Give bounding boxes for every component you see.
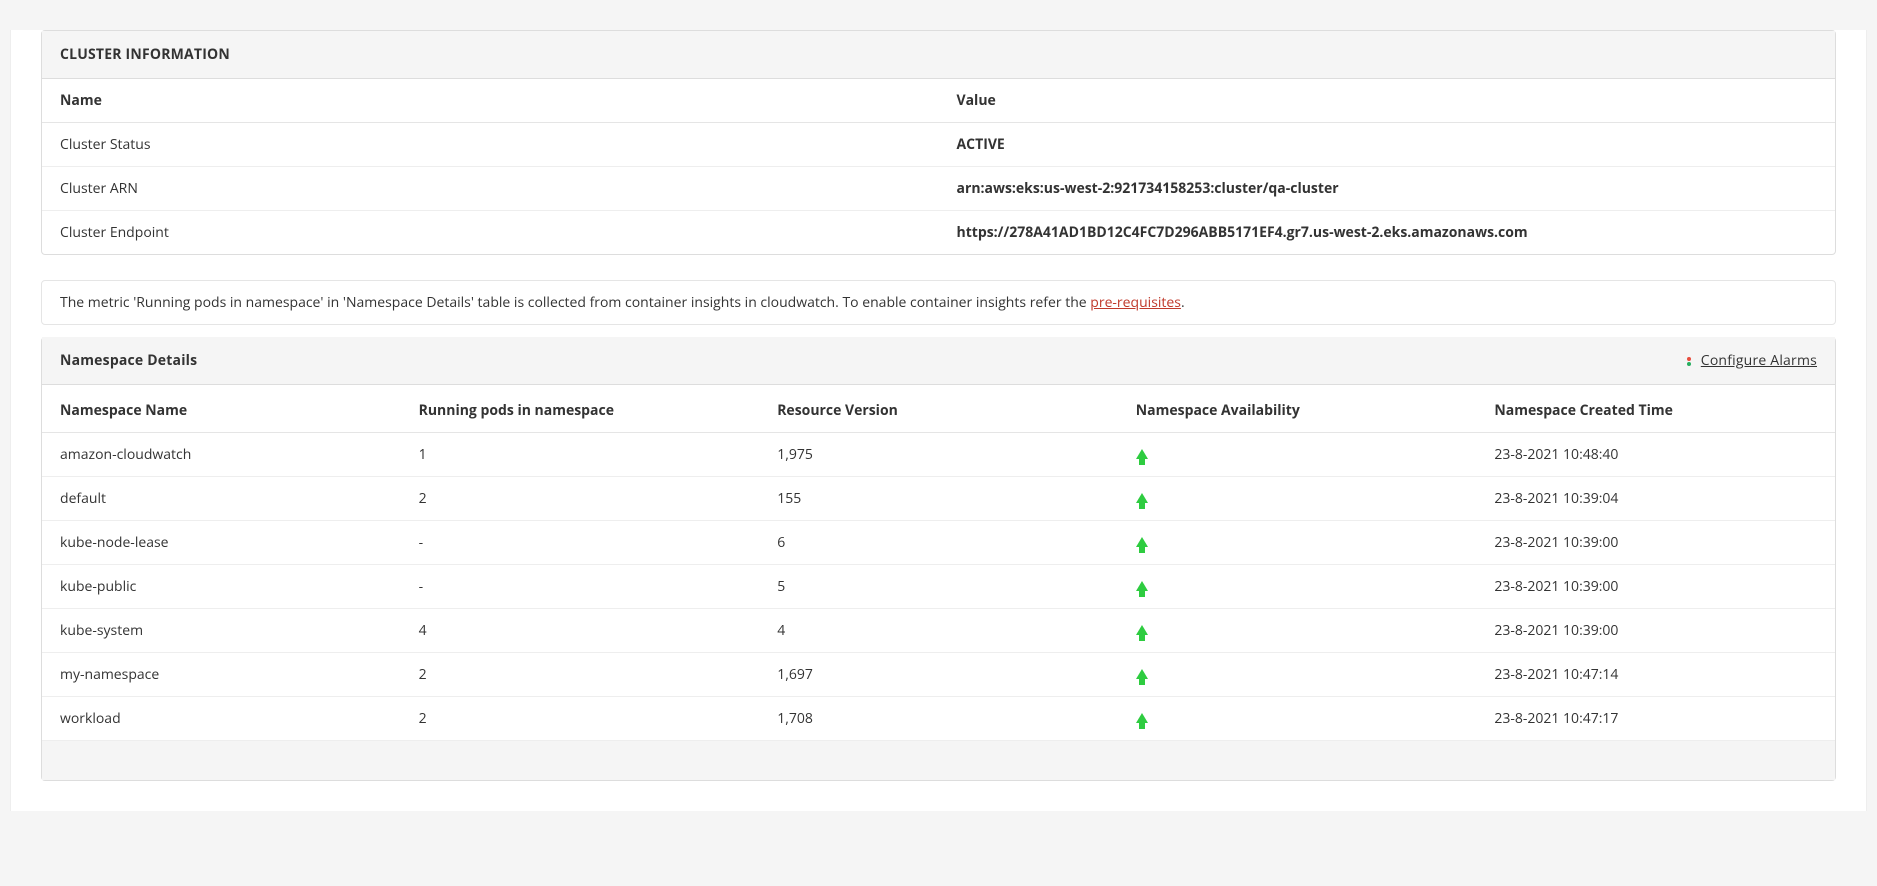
ns-cell-name: workload [42,697,401,741]
ns-cell-created: 23-8-2021 10:39:00 [1476,565,1835,609]
ns-cell-version: 1,975 [759,433,1118,477]
configure-alarms-link[interactable]: Configure Alarms [1701,351,1817,370]
note-text-after: . [1181,293,1185,312]
note-box: The metric 'Running pods in namespace' i… [41,280,1836,325]
arrow-up-icon [1136,537,1148,547]
ns-cell-name: default [42,477,401,521]
cluster-info-table: Name Value Cluster StatusACTIVECluster A… [42,79,1835,254]
ci-cell-name: Cluster ARN [42,167,939,211]
ns-col-pods: Running pods in namespace [401,385,760,433]
arrow-up-icon [1136,713,1148,723]
ci-cell-value: arn:aws:eks:us-west-2:921734158253:clust… [939,167,1836,211]
ns-cell-name: amazon-cloudwatch [42,433,401,477]
table-row: kube-node-lease-6 23-8-2021 10:39:00 [42,521,1835,565]
ci-col-value: Value [939,79,1836,123]
ns-cell-created: 23-8-2021 10:48:40 [1476,433,1835,477]
ns-cell-availability [1118,565,1477,609]
ns-cell-version: 155 [759,477,1118,521]
table-row: kube-public-5 23-8-2021 10:39:00 [42,565,1835,609]
ns-cell-availability [1118,653,1477,697]
ci-col-name: Name [42,79,939,123]
ns-cell-pods: 2 [401,697,760,741]
ns-cell-availability [1118,609,1477,653]
page-container: CLUSTER INFORMATION Name Value Cluster S… [10,30,1867,811]
ns-cell-name: kube-public [42,565,401,609]
ns-cell-version: 1,697 [759,653,1118,697]
ns-cell-version: 5 [759,565,1118,609]
arrow-up-icon [1136,625,1148,635]
cluster-info-panel: CLUSTER INFORMATION Name Value Cluster S… [41,30,1836,255]
ns-cell-created: 23-8-2021 10:39:00 [1476,521,1835,565]
ns-cell-name: my-namespace [42,653,401,697]
ns-cell-created: 23-8-2021 10:47:14 [1476,653,1835,697]
ci-cell-name: Cluster Status [42,123,939,167]
cluster-info-header: CLUSTER INFORMATION [42,31,1835,79]
arrow-up-icon [1136,669,1148,679]
table-row: kube-system4423-8-2021 10:39:00 [42,609,1835,653]
ns-cell-availability [1118,477,1477,521]
ns-cell-version: 1,708 [759,697,1118,741]
ns-cell-availability [1118,697,1477,741]
ci-cell-value: https://278A41AD1BD12C4FC7D296ABB5171EF4… [939,211,1836,255]
arrow-up-icon [1136,581,1148,591]
ns-col-name: Namespace Name [42,385,401,433]
table-row: Cluster ARNarn:aws:eks:us-west-2:9217341… [42,167,1835,211]
table-row: workload21,708 23-8-2021 10:47:17 [42,697,1835,741]
table-row: Cluster Endpointhttps://278A41AD1BD12C4F… [42,211,1835,255]
table-row: default2155 23-8-2021 10:39:04 [42,477,1835,521]
table-row: Cluster StatusACTIVE [42,123,1835,167]
ns-cell-name: kube-system [42,609,401,653]
table-footer-gap [42,740,1835,780]
namespace-details-panel: Namespace Details Configure Alarms Names… [41,337,1836,781]
ns-cell-availability [1118,433,1477,477]
note-text-before: The metric 'Running pods in namespace' i… [60,293,1090,312]
ns-cell-availability [1118,521,1477,565]
ns-cell-created: 23-8-2021 10:47:17 [1476,697,1835,741]
cluster-info-title: CLUSTER INFORMATION [60,45,230,64]
ns-cell-created: 23-8-2021 10:39:04 [1476,477,1835,521]
ns-col-availability: Namespace Availability [1118,385,1477,433]
pre-requisites-link[interactable]: pre-requisites [1090,293,1181,312]
ns-cell-pods: 4 [401,609,760,653]
arrow-up-icon [1136,493,1148,503]
ns-cell-name: kube-node-lease [42,521,401,565]
table-row: my-namespace21,697 23-8-2021 10:47:14 [42,653,1835,697]
ns-col-version: Resource Version [759,385,1118,433]
ns-cell-version: 6 [759,521,1118,565]
ns-cell-pods: 2 [401,477,760,521]
ns-cell-pods: - [401,565,760,609]
namespace-details-title: Namespace Details [60,351,197,370]
ns-col-created: Namespace Created Time [1476,385,1835,433]
ns-cell-created: 23-8-2021 10:39:00 [1476,609,1835,653]
ns-cell-pods: 2 [401,653,760,697]
ns-cell-pods: - [401,521,760,565]
arrow-up-icon [1136,449,1148,459]
configure-alarms-icon [1683,355,1695,367]
ns-cell-pods: 1 [401,433,760,477]
ns-cell-version: 4 [759,609,1118,653]
table-row: amazon-cloudwatch11,975 23-8-2021 10:48:4… [42,433,1835,477]
namespace-table: Namespace Name Running pods in namespace… [42,385,1835,740]
ci-cell-value: ACTIVE [939,123,1836,167]
ci-cell-name: Cluster Endpoint [42,211,939,255]
namespace-details-header: Namespace Details Configure Alarms [42,337,1835,385]
